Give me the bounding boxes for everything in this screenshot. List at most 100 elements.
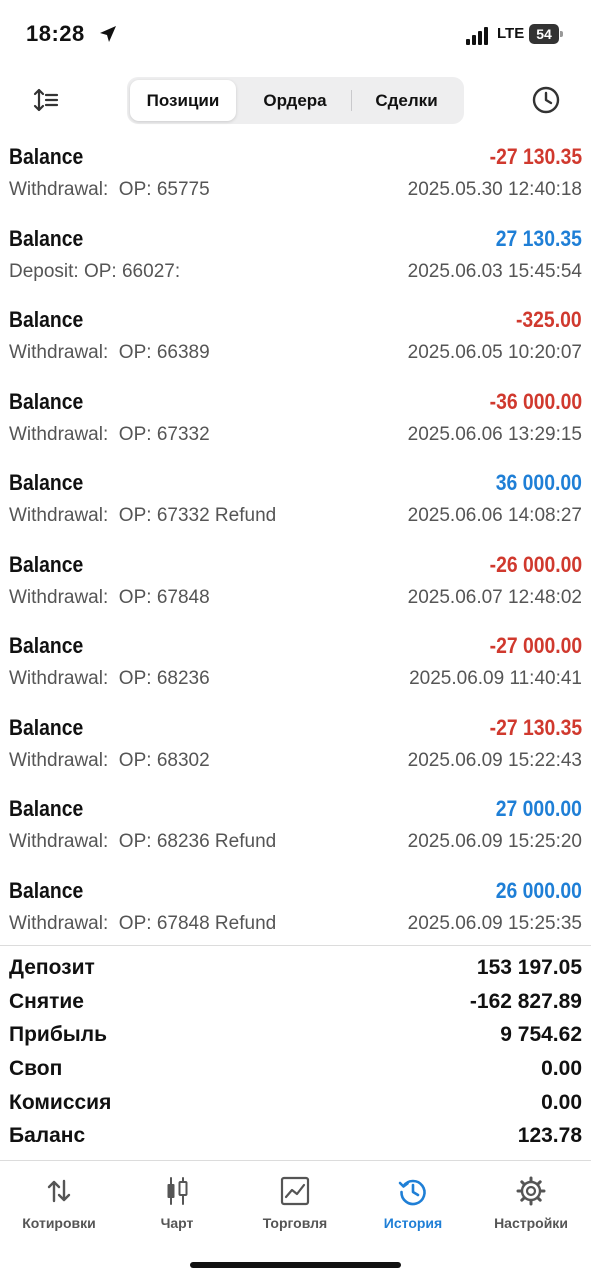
transaction-title: Balance bbox=[9, 144, 84, 169]
segmented-control: Позиции Ордера Сделки bbox=[127, 77, 464, 124]
transaction-description: Withdrawal: OP: 68302 bbox=[9, 749, 210, 771]
transaction-title: Balance bbox=[9, 796, 84, 821]
transaction-amount: 26 000.00 bbox=[495, 877, 582, 903]
transaction-description: Withdrawal: OP: 68236 Refund bbox=[9, 831, 277, 852]
summary-label: Комиссия bbox=[9, 1090, 112, 1114]
transaction-row[interactable]: Balance -27 130.35 Withdrawal: OP: 68302… bbox=[0, 705, 591, 787]
transaction-row[interactable]: Balance -27 130.35 Withdrawal: OP: 65775… bbox=[0, 134, 591, 216]
status-time: 18:28 bbox=[26, 21, 85, 46]
transaction-description: Withdrawal: OP: 67332 bbox=[9, 423, 210, 445]
history-toolbar: Позиции Ордера Сделки bbox=[0, 72, 591, 128]
trade-chart-icon bbox=[280, 1176, 310, 1206]
summary-label: Снятие bbox=[9, 989, 84, 1013]
tab-label: Чарт bbox=[160, 1215, 194, 1231]
summary-label: Своп bbox=[9, 1057, 63, 1081]
summary-label: Баланс bbox=[9, 1124, 86, 1148]
transaction-amount: 27 000.00 bbox=[495, 796, 582, 821]
transaction-row[interactable]: Balance -325.00 Withdrawal: OP: 66389 20… bbox=[0, 297, 591, 379]
transaction-amount: -36 000.00 bbox=[489, 388, 582, 414]
summary-row-balance: Баланс 123.78 bbox=[0, 1120, 591, 1154]
transaction-title: Balance bbox=[9, 877, 84, 903]
transaction-date: 2025.06.06 13:29:15 bbox=[407, 423, 582, 445]
arrows-updown-icon bbox=[47, 1179, 71, 1203]
transaction-date: 2025.06.09 15:22:43 bbox=[407, 749, 582, 771]
transaction-date: 2025.06.09 11:40:41 bbox=[409, 668, 582, 689]
transaction-list: Balance -27 130.35 Withdrawal: OP: 65775… bbox=[0, 134, 591, 949]
history-icon bbox=[398, 1179, 426, 1206]
tab-settings[interactable]: Настройки bbox=[472, 1169, 590, 1239]
gear-icon bbox=[516, 1176, 546, 1206]
summary-value: -162 827.89 bbox=[469, 989, 582, 1013]
tab-chart[interactable]: Чарт bbox=[118, 1169, 236, 1239]
summary-row-commission: Комиссия 0.00 bbox=[0, 1087, 591, 1121]
cellular-signal-icon bbox=[466, 27, 488, 45]
network-type: LTE bbox=[497, 25, 525, 42]
transaction-row[interactable]: Balance 36 000.00 Withdrawal: OP: 67332 … bbox=[0, 460, 591, 542]
tab-quotes[interactable]: Котировки bbox=[0, 1169, 118, 1239]
summary-row-deposit: Депозит 153 197.05 bbox=[0, 952, 591, 986]
transaction-row[interactable]: Balance -26 000.00 Withdrawal: OP: 67848… bbox=[0, 542, 591, 624]
transaction-title: Balance bbox=[9, 551, 84, 577]
transaction-date: 2025.06.03 15:45:54 bbox=[407, 260, 582, 282]
summary-label: Депозит bbox=[9, 956, 95, 979]
tab-orders[interactable]: Ордера bbox=[239, 80, 351, 121]
transaction-date: 2025.06.05 10:20:07 bbox=[407, 342, 582, 363]
transaction-description: Deposit: OP: 66027: bbox=[9, 260, 181, 282]
summary-value: 9 754.62 bbox=[500, 1023, 582, 1047]
summary-panel: Депозит 153 197.05 Снятие -162 827.89 Пр… bbox=[0, 952, 591, 1154]
summary-value: 153 197.05 bbox=[476, 956, 582, 979]
transaction-row[interactable]: Balance -36 000.00 Withdrawal: OP: 67332… bbox=[0, 379, 591, 461]
transaction-title: Balance bbox=[9, 307, 84, 332]
transaction-description: Withdrawal: OP: 66389 bbox=[9, 342, 210, 363]
summary-value: 0.00 bbox=[541, 1057, 582, 1081]
transaction-title: Balance bbox=[9, 470, 84, 495]
transaction-title: Balance bbox=[9, 225, 84, 251]
transaction-amount: 36 000.00 bbox=[495, 470, 582, 495]
battery-level: 54 bbox=[529, 24, 559, 44]
transaction-description: Withdrawal: OP: 65775 bbox=[9, 179, 210, 200]
transaction-row[interactable]: Balance 26 000.00 Withdrawal: OP: 67848 … bbox=[0, 868, 591, 950]
summary-label: Прибыль bbox=[9, 1023, 107, 1047]
transaction-row[interactable]: Balance 27 130.35 Deposit: OP: 66027: 20… bbox=[0, 216, 591, 298]
transaction-amount: 27 130.35 bbox=[495, 225, 582, 251]
transaction-amount: -27 000.00 bbox=[489, 633, 582, 658]
transaction-date: 2025.06.09 15:25:35 bbox=[407, 912, 582, 934]
transaction-amount: -27 130.35 bbox=[489, 714, 582, 740]
summary-row-withdrawal: Снятие -162 827.89 bbox=[0, 986, 591, 1020]
transaction-date: 2025.06.06 14:08:27 bbox=[407, 505, 582, 526]
tab-trade[interactable]: Торговля bbox=[236, 1169, 354, 1239]
tab-history[interactable]: История bbox=[354, 1169, 472, 1239]
transaction-amount: -27 130.35 bbox=[489, 144, 582, 169]
transaction-row[interactable]: Balance 27 000.00 Withdrawal: OP: 68236 … bbox=[0, 786, 591, 868]
status-bar: 18:28 LTE 54 bbox=[0, 0, 591, 70]
sort-icon[interactable] bbox=[32, 86, 60, 114]
tab-label: Торговля bbox=[262, 1215, 328, 1231]
location-arrow-icon bbox=[100, 26, 116, 42]
tab-positions[interactable]: Позиции bbox=[130, 80, 236, 121]
transaction-title: Balance bbox=[9, 388, 84, 414]
summary-divider bbox=[0, 945, 591, 946]
home-indicator[interactable] bbox=[190, 1262, 401, 1268]
summary-row-profit: Прибыль 9 754.62 bbox=[0, 1019, 591, 1053]
transaction-description: Withdrawal: OP: 68236 bbox=[9, 668, 210, 689]
transaction-amount: -325.00 bbox=[516, 307, 582, 332]
transaction-description: Withdrawal: OP: 67332 Refund bbox=[9, 505, 277, 526]
transaction-title: Balance bbox=[9, 633, 84, 658]
summary-value: 0.00 bbox=[541, 1090, 582, 1114]
transaction-row[interactable]: Balance -27 000.00 Withdrawal: OP: 68236… bbox=[0, 623, 591, 705]
tab-label: Настройки bbox=[494, 1215, 568, 1231]
transaction-amount: -26 000.00 bbox=[489, 551, 582, 577]
summary-value: 123.78 bbox=[517, 1124, 582, 1148]
tab-deals[interactable]: Сделки bbox=[352, 80, 461, 121]
transaction-description: Withdrawal: OP: 67848 Refund bbox=[9, 912, 277, 934]
candlestick-icon bbox=[167, 1177, 188, 1205]
transaction-description: Withdrawal: OP: 67848 bbox=[9, 586, 210, 608]
tab-label: Котировки bbox=[22, 1215, 96, 1231]
summary-row-swap: Своп 0.00 bbox=[0, 1053, 591, 1087]
clock-icon[interactable] bbox=[530, 84, 562, 116]
transaction-date: 2025.06.09 15:25:20 bbox=[407, 831, 582, 852]
transaction-date: 2025.06.07 12:48:02 bbox=[407, 586, 582, 608]
tab-label: История bbox=[383, 1215, 443, 1231]
battery-icon: 54 bbox=[529, 24, 563, 44]
transaction-title: Balance bbox=[9, 714, 84, 740]
